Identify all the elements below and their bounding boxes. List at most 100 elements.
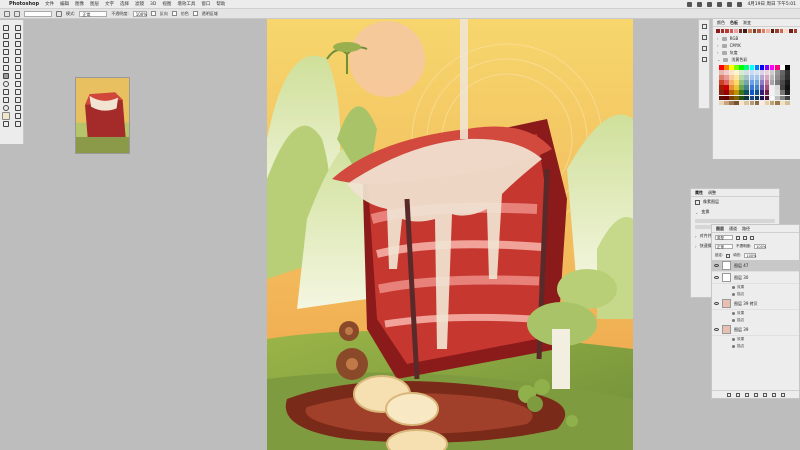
type-tool-icon[interactable] xyxy=(3,89,9,95)
color-swatch[interactable] xyxy=(749,100,755,106)
menu-window[interactable]: 窗口 xyxy=(201,1,210,7)
color-swatch[interactable] xyxy=(759,70,765,75)
tab-swatches[interactable]: 色板 xyxy=(730,20,738,26)
history-brush-tool-icon[interactable] xyxy=(3,65,9,71)
color-swatch[interactable] xyxy=(764,85,770,90)
color-swatch[interactable] xyxy=(759,95,765,101)
color-swatch[interactable] xyxy=(729,85,734,90)
color-swatch[interactable] xyxy=(769,70,775,75)
blend-mode-select[interactable]: 正常 xyxy=(715,244,733,249)
gradient-tool-icon[interactable] xyxy=(3,73,9,79)
color-swatch[interactable] xyxy=(754,85,760,90)
color-swatch[interactable] xyxy=(739,75,744,80)
color-swatch[interactable] xyxy=(754,65,760,70)
layer-effects-row[interactable]: 效果 xyxy=(712,336,799,343)
eye-icon[interactable] xyxy=(714,276,719,279)
filter-type-icon[interactable] xyxy=(750,235,754,240)
recent-swatch[interactable] xyxy=(757,29,761,33)
history-panel-icon[interactable] xyxy=(701,24,707,29)
color-swatch[interactable] xyxy=(749,75,755,80)
color-swatch[interactable] xyxy=(764,90,770,95)
color-swatch[interactable] xyxy=(769,85,775,90)
recent-swatch[interactable] xyxy=(761,29,766,33)
color-swatch[interactable] xyxy=(739,95,744,101)
actions-panel-icon[interactable] xyxy=(701,35,707,40)
layer-row[interactable]: 图层 39 xyxy=(712,324,799,336)
tab-channels[interactable]: 通道 xyxy=(729,226,737,232)
color-swatch[interactable] xyxy=(744,65,749,70)
color-swatch[interactable] xyxy=(729,80,734,85)
swatch-group-gray[interactable]: › 灰度 xyxy=(713,49,800,56)
lock-icon[interactable] xyxy=(726,253,731,258)
color-swatch[interactable] xyxy=(785,90,790,95)
crop-tool-icon[interactable] xyxy=(3,41,9,47)
color-swatch[interactable] xyxy=(775,95,780,101)
color-swatch[interactable] xyxy=(785,80,790,85)
color-swatch[interactable] xyxy=(775,70,780,75)
menu-view[interactable]: 视图 xyxy=(162,1,171,7)
color-swatch[interactable] xyxy=(780,75,785,80)
color-swatch[interactable] xyxy=(724,80,729,85)
dodge-tool-icon[interactable] xyxy=(3,81,9,87)
color-swatch[interactable] xyxy=(724,100,729,106)
color-swatch[interactable] xyxy=(780,70,785,75)
opacity-field[interactable]: 100% xyxy=(132,10,147,17)
quick-select-tool-icon[interactable] xyxy=(15,33,21,39)
color-swatch[interactable] xyxy=(719,90,724,95)
color-swatch[interactable] xyxy=(785,95,790,101)
recent-swatch[interactable] xyxy=(766,29,770,33)
color-swatch[interactable] xyxy=(719,100,724,106)
transform-fields[interactable] xyxy=(695,219,775,223)
color-swatch[interactable] xyxy=(744,75,749,80)
color-swatch[interactable] xyxy=(734,95,739,101)
color-swatch[interactable] xyxy=(780,95,785,101)
tab-properties[interactable]: 属性 xyxy=(695,190,703,196)
eye-icon[interactable] xyxy=(732,345,735,348)
color-swatch[interactable] xyxy=(759,85,765,90)
eye-icon[interactable] xyxy=(732,293,735,296)
lasso-tool-icon[interactable] xyxy=(3,33,9,39)
stamp-tool-icon[interactable] xyxy=(15,57,21,63)
mask-icon[interactable] xyxy=(744,392,749,397)
color-swatch[interactable] xyxy=(744,100,749,106)
color-swatch[interactable] xyxy=(744,85,749,90)
more-tools-icon[interactable] xyxy=(15,105,21,111)
color-swatch[interactable] xyxy=(754,75,760,80)
color-swatch[interactable] xyxy=(739,100,744,106)
color-swatch[interactable] xyxy=(759,75,765,80)
zoom-tool-icon[interactable] xyxy=(3,105,9,111)
menu-plugins[interactable]: 增效工具 xyxy=(177,1,195,7)
color-swatch[interactable] xyxy=(729,70,734,75)
color-swatch[interactable] xyxy=(734,100,739,106)
color-swatch[interactable] xyxy=(719,75,724,80)
eraser-tool-icon[interactable] xyxy=(15,65,21,71)
eye-icon[interactable] xyxy=(732,319,735,322)
color-swatch[interactable] xyxy=(739,65,744,70)
color-swatch[interactable] xyxy=(719,80,724,85)
recent-swatch[interactable] xyxy=(779,29,784,33)
tab-adjustments[interactable]: 调整 xyxy=(708,190,716,196)
recording-icon[interactable] xyxy=(687,1,693,7)
app-name-menu[interactable]: Photoshop xyxy=(9,1,39,7)
color-swatch[interactable] xyxy=(729,95,734,101)
color-swatch[interactable] xyxy=(729,90,734,95)
eye-icon[interactable] xyxy=(732,312,735,315)
tool-preset-icon[interactable] xyxy=(14,10,20,17)
wifi-icon[interactable] xyxy=(707,1,713,7)
swatch-group-rgb[interactable]: › RGB xyxy=(713,35,800,42)
color-swatch[interactable] xyxy=(749,90,755,95)
layer-name[interactable]: 图层 47 xyxy=(734,263,748,269)
gradient-type-icon[interactable] xyxy=(56,10,62,17)
color-swatch[interactable] xyxy=(734,75,739,80)
menu-3d[interactable]: 3D xyxy=(150,2,156,7)
color-swatch[interactable] xyxy=(769,80,775,85)
color-swatch[interactable] xyxy=(724,85,729,90)
battery-icon[interactable] xyxy=(717,1,723,7)
color-swatch[interactable] xyxy=(719,95,724,101)
group-folder-icon[interactable] xyxy=(762,392,767,397)
menu-file[interactable]: 文件 xyxy=(45,1,54,7)
color-swatch[interactable] xyxy=(719,65,724,70)
color-swatch[interactable] xyxy=(775,75,780,80)
color-swatch[interactable] xyxy=(744,80,749,85)
marquee-tool-icon[interactable] xyxy=(15,25,21,31)
